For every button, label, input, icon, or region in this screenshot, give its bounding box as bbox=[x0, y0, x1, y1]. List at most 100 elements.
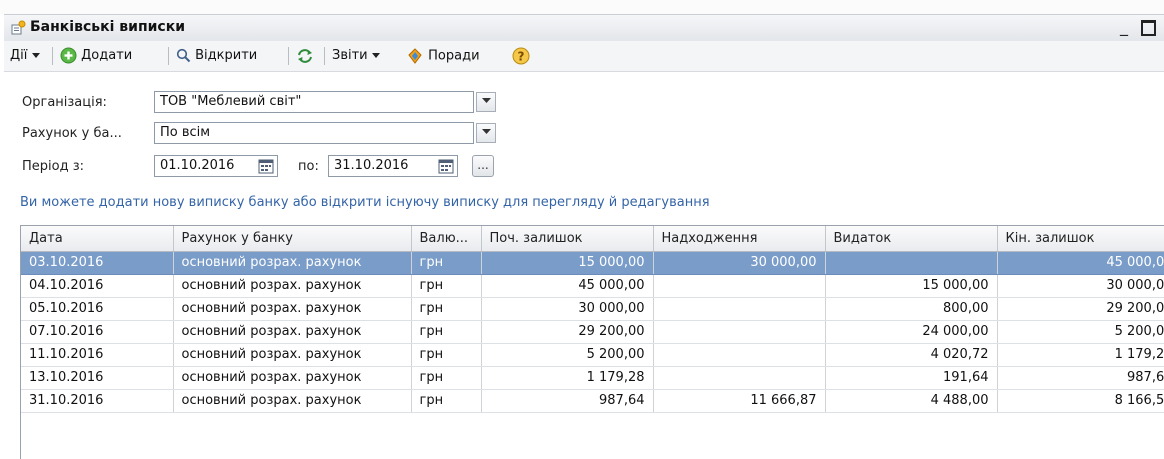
bank-account-field[interactable]: По всім bbox=[154, 122, 474, 144]
table-header: Дата Рахунок у банку Валю... Поч. залишо… bbox=[21, 226, 1164, 252]
period-to-label: по: bbox=[298, 159, 319, 174]
calendar-icon[interactable] bbox=[258, 158, 274, 174]
cell-bank-account: основний розрах. рахунок bbox=[173, 366, 412, 390]
cell-expense: 191,64 bbox=[825, 366, 998, 390]
cell-date: 03.10.2016 bbox=[21, 251, 174, 275]
table-row[interactable]: 04.10.2016 основний розрах. рахунок грн 45 … bbox=[21, 274, 1164, 298]
calendar-icon[interactable] bbox=[438, 158, 454, 174]
column-header-opening-balance[interactable]: Поч. залишок bbox=[481, 226, 654, 252]
cell-opening-balance: 29 200,00 bbox=[481, 320, 654, 344]
cell-expense: 24 000,00 bbox=[825, 320, 998, 344]
cell-opening-balance: 30 000,00 bbox=[481, 297, 654, 321]
cell-opening-balance: 45 000,00 bbox=[481, 274, 654, 298]
table-row[interactable]: 31.10.2016 основний розрах. рахунок грн 987… bbox=[21, 389, 1164, 413]
search-icon bbox=[176, 48, 191, 63]
cell-opening-balance: 5 200,00 bbox=[481, 343, 654, 367]
toolbar-separator bbox=[168, 47, 169, 65]
cell-receipts bbox=[653, 274, 826, 298]
open-button[interactable]: Відкрити bbox=[176, 47, 257, 65]
cell-opening-balance: 987,64 bbox=[481, 389, 654, 413]
column-header-closing-balance[interactable]: Кін. залишок bbox=[997, 226, 1164, 252]
cell-currency: грн bbox=[411, 320, 482, 344]
period-select-button[interactable]: ... bbox=[472, 155, 494, 177]
cell-closing-balance: 5 200,00 bbox=[997, 320, 1164, 344]
tips-label: Поради bbox=[428, 48, 480, 64]
cell-receipts bbox=[653, 343, 826, 367]
table-row[interactable]: 11.10.2016 основний розрах. рахунок грн 5 2… bbox=[21, 343, 1164, 367]
maximize-icon[interactable] bbox=[1138, 17, 1158, 37]
cell-currency: грн bbox=[411, 366, 482, 390]
cell-date: 13.10.2016 bbox=[21, 366, 174, 390]
help-button[interactable]: ? bbox=[512, 47, 530, 65]
table-row[interactable]: 07.10.2016 основний розрах. рахунок грн 29 … bbox=[21, 320, 1164, 344]
organization-label: Організація: bbox=[22, 95, 107, 110]
table-row[interactable]: 13.10.2016 основний розрах. рахунок грн 1 1… bbox=[21, 366, 1164, 390]
table-row[interactable]: 03.10.2016 основний розрах. рахунок грн 15 … bbox=[21, 251, 1164, 275]
cell-date: 31.10.2016 bbox=[21, 389, 174, 413]
tips-icon bbox=[408, 48, 422, 64]
cell-expense: 4 488,00 bbox=[825, 389, 998, 413]
cell-date: 07.10.2016 bbox=[21, 320, 174, 344]
dropdown-arrow-icon bbox=[31, 52, 40, 58]
cell-expense: 15 000,00 bbox=[825, 274, 998, 298]
cell-opening-balance: 1 179,28 bbox=[481, 366, 654, 390]
cell-date: 04.10.2016 bbox=[21, 274, 174, 298]
cell-closing-balance: 30 000,00 bbox=[997, 274, 1164, 298]
column-header-date[interactable]: Дата bbox=[21, 226, 174, 252]
minimize-icon[interactable]: _ bbox=[1114, 17, 1134, 37]
svg-text:?: ? bbox=[518, 49, 525, 63]
bank-statements-icon bbox=[11, 20, 26, 35]
actions-menu-button[interactable]: Дії bbox=[10, 47, 40, 65]
add-label: Додати bbox=[81, 48, 133, 63]
add-icon bbox=[60, 47, 77, 64]
period-from-label: Період з: bbox=[22, 159, 85, 174]
chevron-down-icon bbox=[481, 129, 491, 134]
table-row[interactable]: 05.10.2016 основний розрах. рахунок грн 30 … bbox=[21, 297, 1164, 321]
organization-field[interactable]: ТОВ "Меблевий світ" bbox=[154, 91, 474, 113]
cell-bank-account: основний розрах. рахунок bbox=[173, 389, 412, 413]
reports-menu-button[interactable]: Звіти bbox=[332, 47, 380, 65]
cell-bank-account: основний розрах. рахунок bbox=[173, 251, 412, 275]
background-strip bbox=[0, 0, 1164, 14]
cell-receipts bbox=[653, 320, 826, 344]
cell-currency: грн bbox=[411, 297, 482, 321]
dropdown-arrow-icon bbox=[371, 52, 380, 58]
title-bar: Банківські виписки _ bbox=[4, 14, 1164, 42]
cell-closing-balance: 29 200,00 bbox=[997, 297, 1164, 321]
column-header-currency[interactable]: Валю... bbox=[411, 226, 482, 252]
cell-date: 11.10.2016 bbox=[21, 343, 174, 367]
open-label: Відкрити bbox=[195, 48, 258, 63]
bank-account-label: Рахунок у ба... bbox=[22, 126, 122, 141]
cell-bank-account: основний розрах. рахунок bbox=[173, 297, 412, 321]
cell-currency: грн bbox=[411, 251, 482, 275]
cell-expense: 4 020,72 bbox=[825, 343, 998, 367]
toolbar-separator bbox=[52, 47, 53, 65]
column-header-bank-account[interactable]: Рахунок у банку bbox=[173, 226, 412, 252]
cell-bank-account: основний розрах. рахунок bbox=[173, 343, 412, 367]
cell-receipts: 30 000,00 bbox=[653, 251, 826, 275]
cell-closing-balance: 45 000,00 bbox=[997, 251, 1164, 275]
bank-account-dropdown-button[interactable] bbox=[476, 123, 496, 143]
cell-expense bbox=[825, 251, 998, 275]
cell-expense: 800,00 bbox=[825, 297, 998, 321]
cell-opening-balance: 15 000,00 bbox=[481, 251, 654, 275]
organization-dropdown-button[interactable] bbox=[476, 92, 496, 112]
toolbar-separator bbox=[288, 47, 289, 65]
column-header-receipts[interactable]: Надходження bbox=[653, 226, 826, 252]
chevron-down-icon bbox=[481, 98, 491, 103]
cell-receipts: 11 666,87 bbox=[653, 389, 826, 413]
cell-receipts bbox=[653, 366, 826, 390]
cell-bank-account: основний розрах. рахунок bbox=[173, 274, 412, 298]
column-header-expense[interactable]: Видаток bbox=[825, 226, 998, 252]
toolbar: Дії Додати Відкрити Звіти Поради ? bbox=[4, 41, 1164, 72]
statements-table: Дата Рахунок у банку Валю... Поч. залишо… bbox=[20, 225, 1164, 459]
cell-currency: грн bbox=[411, 274, 482, 298]
tips-button[interactable]: Поради bbox=[406, 47, 480, 65]
hint-text: Ви можете додати нову виписку банку або … bbox=[20, 195, 710, 210]
cell-closing-balance: 1 179,28 bbox=[997, 343, 1164, 367]
cell-currency: грн bbox=[411, 343, 482, 367]
refresh-button[interactable] bbox=[296, 47, 314, 65]
cell-date: 05.10.2016 bbox=[21, 297, 174, 321]
help-icon: ? bbox=[512, 47, 530, 65]
add-button[interactable]: Додати bbox=[60, 47, 132, 65]
